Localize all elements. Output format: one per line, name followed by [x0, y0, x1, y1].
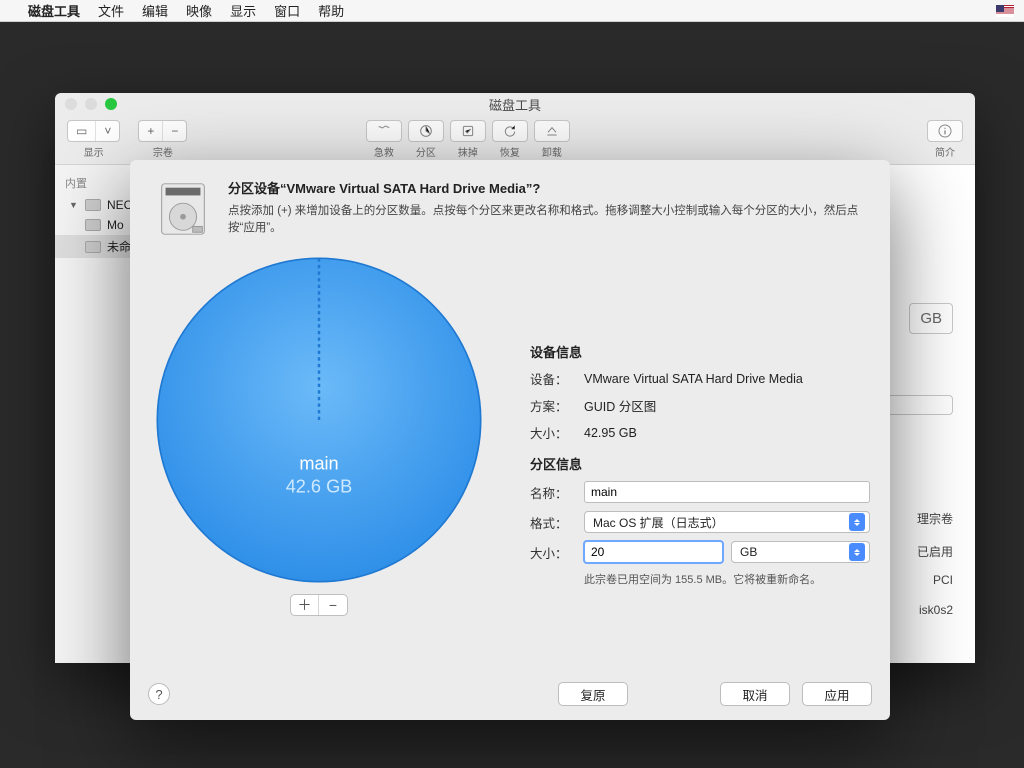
- unmount-button[interactable]: [534, 120, 570, 142]
- minimize-window-button[interactable]: [85, 98, 97, 110]
- apply-button[interactable]: 应用: [802, 682, 872, 706]
- cancel-button[interactable]: 取消: [720, 682, 790, 706]
- erase-label: 抹掉: [458, 144, 478, 159]
- scheme-value: GUID 分区图: [584, 396, 656, 415]
- partition-info-heading: 分区信息: [530, 454, 870, 473]
- menu-edit[interactable]: 编辑: [142, 1, 168, 20]
- peek-row: 理宗卷: [881, 510, 953, 527]
- restore-label: 恢复: [500, 144, 520, 159]
- menu-image[interactable]: 映像: [186, 1, 212, 20]
- first-aid-label: 急救: [374, 144, 394, 159]
- peek-row: isk0s2: [881, 603, 953, 617]
- add-partition-button[interactable]: ＋: [291, 595, 319, 615]
- sidebar-icon: ▭: [68, 121, 96, 141]
- partition-pie-chart[interactable]: main 42.6 GB: [154, 255, 484, 585]
- partition-button[interactable]: [408, 120, 444, 142]
- help-button[interactable]: ?: [148, 683, 170, 705]
- restore-button[interactable]: [492, 120, 528, 142]
- partition-label: 分区: [416, 144, 436, 159]
- pie-slice-name: main: [299, 454, 338, 474]
- erase-button[interactable]: [450, 120, 486, 142]
- add-volume-button[interactable]: +: [139, 121, 163, 141]
- partition-name-input[interactable]: [584, 481, 870, 503]
- remove-volume-button[interactable]: −: [163, 121, 186, 141]
- hard-drive-icon: [152, 178, 214, 240]
- partition-info-panel: 设备信息 设备： VMware Virtual SATA Hard Drive M…: [530, 330, 870, 587]
- close-window-button[interactable]: [65, 98, 77, 110]
- partition-sheet: 分区设备“VMware Virtual SATA Hard Drive Medi…: [130, 160, 890, 720]
- menu-file[interactable]: 文件: [98, 1, 124, 20]
- traffic-lights: [65, 98, 117, 110]
- remove-partition-button[interactable]: −: [319, 595, 347, 615]
- disk-icon: [85, 199, 101, 211]
- app-menu[interactable]: 磁盘工具: [28, 1, 80, 20]
- disk-icon: [85, 241, 101, 253]
- format-select-value: Mac OS 扩展（日志式）: [593, 514, 724, 531]
- view-label: 显示: [84, 144, 104, 159]
- peek-row: PCI: [881, 573, 953, 587]
- format-select[interactable]: Mac OS 扩展（日志式）: [584, 511, 870, 533]
- volume-label: 宗卷: [153, 144, 173, 159]
- zoom-window-button[interactable]: [105, 98, 117, 110]
- sidebar-item-label: 未命: [107, 238, 131, 255]
- chevron-down-icon: ˅: [96, 121, 119, 141]
- sidebar-item-label: Mo: [107, 218, 124, 232]
- view-mode-control[interactable]: ▭ ˅: [67, 120, 120, 142]
- input-source-flag-icon[interactable]: [996, 5, 1014, 17]
- info-label: 简介: [935, 144, 955, 159]
- size-label: 大小：: [530, 543, 576, 562]
- partition-add-remove: ＋ −: [290, 594, 348, 616]
- total-size-value: 42.95 GB: [584, 426, 637, 440]
- name-label: 名称：: [530, 483, 576, 502]
- disclosure-triangle-icon[interactable]: ▼: [69, 200, 79, 210]
- first-aid-button[interactable]: [366, 120, 402, 142]
- sheet-desc: 点按添加 (+) 来增加设备上的分区数量。点按每个分区来更改名称和格式。拖移调整…: [228, 203, 868, 238]
- updown-caret-icon: [849, 513, 865, 531]
- device-label: 设备：: [530, 369, 576, 388]
- menubar: 磁盘工具 文件 编辑 映像 显示 窗口 帮助: [0, 0, 1024, 22]
- pie-slice-size: 42.6 GB: [286, 477, 353, 497]
- unmount-label: 卸载: [542, 144, 562, 159]
- scheme-label: 方案：: [530, 396, 576, 415]
- window-titlebar: 磁盘工具: [55, 93, 975, 115]
- toolbar: ▭ ˅ 显示 + − 宗卷 急救 分区 抹掉 恢复 卸载 简介: [55, 115, 975, 165]
- revert-button[interactable]: 复原: [558, 682, 628, 706]
- volume-add-remove: + −: [138, 120, 187, 142]
- size-note: 此宗卷已用空间为 155.5 MB。它将被重新命名。: [584, 571, 870, 587]
- device-info-heading: 设备信息: [530, 342, 870, 361]
- menu-window[interactable]: 窗口: [274, 1, 300, 20]
- format-label: 格式：: [530, 513, 576, 532]
- device-value: VMware Virtual SATA Hard Drive Media: [584, 372, 803, 386]
- disk-icon: [85, 219, 101, 231]
- window-title: 磁盘工具: [489, 95, 541, 114]
- capacity-badge: GB: [909, 303, 953, 334]
- partition-size-input[interactable]: [584, 541, 723, 563]
- menu-view[interactable]: 显示: [230, 1, 256, 20]
- info-button[interactable]: [927, 120, 963, 142]
- sheet-title: 分区设备“VMware Virtual SATA Hard Drive Medi…: [228, 178, 868, 197]
- size-unit-select[interactable]: GB: [731, 541, 870, 563]
- peek-row: 已启用: [881, 543, 953, 560]
- updown-caret-icon: [849, 543, 865, 561]
- size-unit-value: GB: [740, 545, 757, 559]
- total-size-label: 大小：: [530, 423, 576, 442]
- menu-help[interactable]: 帮助: [318, 1, 344, 20]
